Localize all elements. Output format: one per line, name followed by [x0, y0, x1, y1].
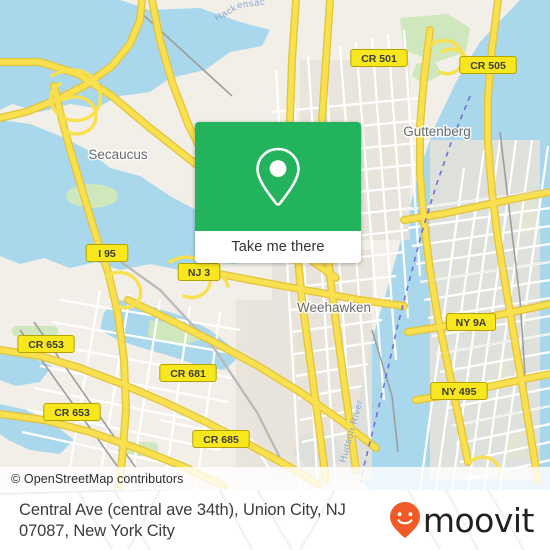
road-shield: CR 653: [43, 403, 101, 421]
location-address-text: Central Ave (central ave 34th), Union Ci…: [19, 500, 346, 540]
road-shield: CR 505: [459, 56, 517, 74]
road-shield-label: NY 9A: [456, 317, 487, 329]
take-me-there-popup-card[interactable]: Take me there: [195, 122, 361, 263]
take-me-there-label: Take me there: [231, 239, 325, 255]
road-shield-label: CR 501: [361, 53, 397, 65]
footer-content: Central Ave (central ave 34th), Union Ci…: [0, 490, 550, 550]
popup-card-footer[interactable]: Take me there: [195, 231, 361, 263]
road-shield-label: CR 505: [470, 60, 506, 72]
road-shield-label: CR 653: [28, 339, 64, 351]
road-shield: NJ 3: [177, 263, 221, 281]
road-shield: NY 495: [430, 382, 488, 400]
road-shield: CR 685: [192, 430, 250, 448]
moovit-logo[interactable]: moovit: [389, 501, 542, 539]
road-shield-label: NY 495: [442, 386, 477, 398]
place-label-guttenberg: Guttenberg: [403, 124, 471, 139]
map-screenshot-page: Hudson River Hackensack River Secaucus G…: [0, 0, 550, 550]
road-shield: CR 653: [17, 335, 75, 353]
road-shield: CR 501: [350, 49, 408, 67]
road-shield: CR 681: [159, 364, 217, 382]
moovit-wordmark: moovit: [422, 500, 535, 540]
road-shield-label: CR 681: [170, 368, 206, 380]
road-shield-label: CR 653: [54, 407, 90, 419]
road-shield-label: NJ 3: [188, 267, 210, 279]
map-canvas[interactable]: Hudson River Hackensack River Secaucus G…: [0, 0, 550, 490]
place-label-weehawken: Weehawken: [297, 300, 371, 315]
osm-attribution-text: © OpenStreetMap contributors: [11, 471, 184, 486]
osm-attribution-bar: © OpenStreetMap contributors: [0, 467, 550, 490]
road-shield: I 95: [85, 244, 129, 262]
popup-card-header: [195, 122, 361, 231]
map-pin-icon: [256, 147, 300, 206]
moovit-pin-smiley-icon: [389, 502, 420, 538]
road-shield-label: I 95: [98, 248, 116, 260]
road-shield: NY 9A: [446, 313, 496, 331]
place-label-secaucus: Secaucus: [88, 147, 148, 162]
page-footer: Central Ave (central ave 34th), Union Ci…: [0, 490, 550, 550]
road-shield-label: CR 685: [203, 434, 239, 446]
